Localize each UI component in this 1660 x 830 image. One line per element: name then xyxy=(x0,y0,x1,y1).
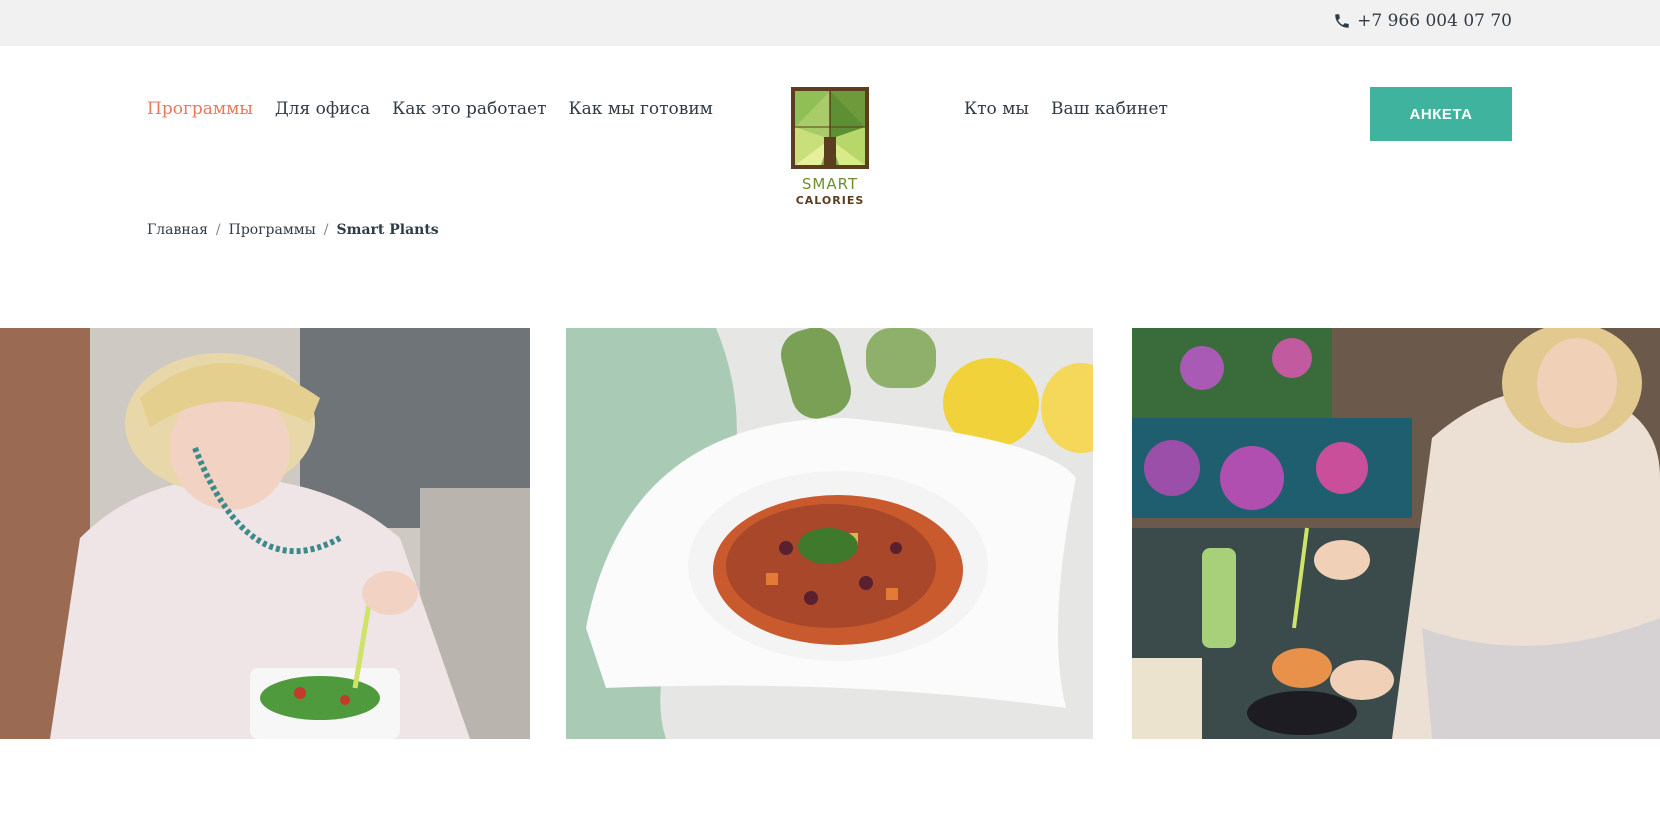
logo-word-smart: SMART xyxy=(801,175,859,193)
questionnaire-button[interactable]: АНКЕТА xyxy=(1370,87,1512,141)
breadcrumb: Главная / Программы / Smart Plants xyxy=(147,222,439,238)
main-nav-right: Кто мы Ваш кабинет xyxy=(964,99,1168,119)
woman-eating-at-table-photo xyxy=(1132,328,1660,739)
phone-contact[interactable]: +7 966 004 07 70 xyxy=(1333,11,1512,31)
nav-item-account[interactable]: Ваш кабинет xyxy=(1051,99,1168,119)
nav-item-how-it-works[interactable]: Как это работает xyxy=(392,99,546,119)
tree-logo-icon xyxy=(791,87,869,169)
woman-eating-salad-photo xyxy=(0,328,530,739)
main-nav-left: Программы Для офиса Как это работает Как… xyxy=(147,99,713,119)
breadcrumb-separator: / xyxy=(215,222,221,238)
breadcrumb-current: Smart Plants xyxy=(336,222,439,238)
logo-word-calories: CALORIES xyxy=(795,194,865,207)
breadcrumb-separator: / xyxy=(323,222,329,238)
nav-item-for-office[interactable]: Для офиса xyxy=(275,99,370,119)
nav-item-how-we-cook[interactable]: Как мы готовим xyxy=(569,99,713,119)
phone-number: +7 966 004 07 70 xyxy=(1357,11,1512,31)
breadcrumb-programs[interactable]: Программы xyxy=(229,222,316,238)
nav-item-about-us[interactable]: Кто мы xyxy=(964,99,1029,119)
nav-item-programs[interactable]: Программы xyxy=(147,99,253,119)
top-bar: +7 966 004 07 70 xyxy=(0,0,1660,46)
breadcrumb-home[interactable]: Главная xyxy=(147,222,208,238)
phone-icon xyxy=(1335,14,1349,28)
bean-stew-plate-photo xyxy=(566,328,1093,739)
site-logo[interactable]: SMART CALORIES xyxy=(791,87,869,209)
